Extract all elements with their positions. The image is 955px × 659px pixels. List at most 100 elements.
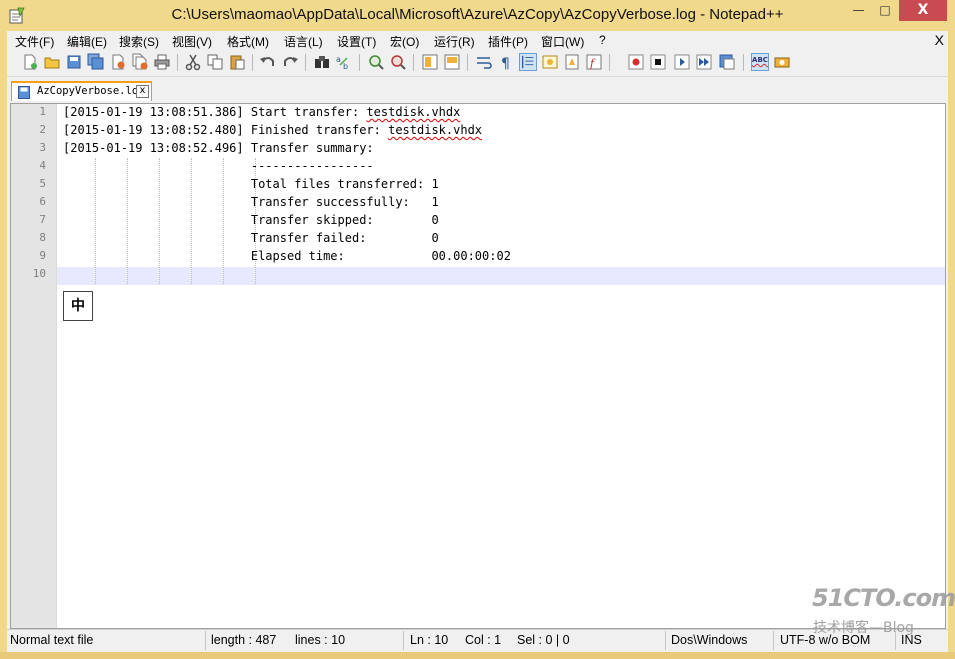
line-number: 4	[39, 159, 46, 172]
replace-icon[interactable]: ab	[335, 53, 353, 71]
menu-settings[interactable]: 设置(T)	[337, 33, 376, 50]
undo-icon[interactable]	[259, 53, 277, 71]
menu-language[interactable]: 语言(L)	[284, 33, 323, 50]
menu-search[interactable]: 搜索(S)	[119, 33, 159, 50]
code-line: [2015-01-19 13:08:52.480] Finished trans…	[63, 123, 483, 137]
line-number: 1	[39, 105, 46, 118]
code-line: Transfer failed: 0	[63, 231, 439, 245]
line-number: 10	[32, 267, 46, 280]
zoom-out-icon[interactable]	[389, 53, 407, 71]
status-file-type: Normal text file	[10, 633, 94, 647]
status-separator	[403, 631, 404, 650]
line-number: 9	[39, 249, 46, 262]
toolbar-separator	[609, 54, 610, 71]
save-all-icon[interactable]	[87, 53, 105, 71]
word-wrap-icon[interactable]	[475, 53, 493, 71]
svg-text:b: b	[343, 62, 348, 71]
menu-plugins[interactable]: 插件(P)	[488, 33, 528, 50]
tab-label: AzCopyVerbose.log	[37, 85, 140, 97]
save-icon[interactable]	[65, 53, 83, 71]
svg-text:¶: ¶	[501, 56, 510, 71]
stop-recording-icon[interactable]	[649, 53, 667, 71]
menu-help[interactable]: ?	[599, 33, 606, 47]
line-number-gutter: 1 2 3 4 5 6 7 8 9 10	[11, 104, 57, 628]
user-language-icon[interactable]	[541, 53, 559, 71]
code-line: [2015-01-19 13:08:52.496] Transfer summa…	[63, 141, 374, 155]
minimize-button[interactable]: —	[845, 0, 872, 21]
print-icon[interactable]	[153, 53, 171, 71]
document-icon	[18, 86, 30, 99]
save-macro-icon[interactable]	[718, 53, 736, 71]
indent-guide-icon[interactable]	[519, 53, 537, 71]
misspelled-word: testdisk.vhdx	[366, 105, 461, 119]
toolbar-separator	[305, 54, 306, 71]
menu-format[interactable]: 格式(M)	[227, 33, 269, 50]
code-line: Transfer skipped: 0	[63, 213, 439, 227]
editor[interactable]: 1 2 3 4 5 6 7 8 9 10 [2015-01-19 13:08:5…	[10, 103, 946, 629]
taskbar-edge	[0, 652, 955, 659]
tab-bar: AzCopyVerbose.log x	[7, 77, 948, 102]
line-number: 5	[39, 177, 46, 190]
status-eol-format: Dos\Windows	[671, 633, 748, 647]
application-window: 文件(F) 编辑(E) 搜索(S) 视图(V) 格式(M) 语言(L) 设置(T…	[7, 31, 948, 652]
close-all-icon[interactable]	[131, 53, 149, 71]
new-file-icon[interactable]	[21, 53, 39, 71]
line-number: 7	[39, 213, 46, 226]
find-icon[interactable]	[313, 53, 331, 71]
menu-run[interactable]: 运行(R)	[434, 33, 475, 50]
paste-icon[interactable]	[228, 53, 246, 71]
document-map-icon[interactable]	[563, 53, 581, 71]
window-title: C:\Users\maomao\AppData\Local\Microsoft\…	[171, 6, 784, 23]
watermark-logo: 51CTO.com	[812, 584, 955, 612]
sync-vertical-icon[interactable]	[421, 53, 439, 71]
close-window-button[interactable]: X	[899, 0, 947, 21]
menu-file[interactable]: 文件(F)	[15, 33, 54, 50]
playback-macro-icon[interactable]	[673, 53, 691, 71]
status-lines: lines : 10	[295, 633, 346, 647]
status-line-number: Ln : 10	[410, 633, 449, 647]
menu-edit[interactable]: 编辑(E)	[67, 33, 107, 50]
redo-icon[interactable]	[281, 53, 299, 71]
menu-window[interactable]: 窗口(W)	[541, 33, 584, 50]
menu-view[interactable]: 视图(V)	[172, 33, 212, 50]
line-number: 6	[39, 195, 46, 208]
status-separator	[205, 631, 206, 650]
record-macro-icon[interactable]	[627, 53, 645, 71]
menu-macro[interactable]: 宏(O)	[390, 33, 419, 50]
status-length: length : 487	[211, 633, 277, 647]
show-all-characters-icon[interactable]: ¶	[497, 53, 515, 71]
status-selection: Sel : 0 | 0	[517, 633, 570, 647]
toolbar: ab ¶ f ABC	[7, 49, 948, 77]
run-macro-multiple-icon[interactable]	[695, 53, 713, 71]
status-separator	[665, 631, 666, 650]
misspelled-word: testdisk.vhdx	[388, 123, 483, 137]
svg-text:a: a	[336, 55, 341, 64]
open-file-icon[interactable]	[43, 53, 61, 71]
close-icon[interactable]	[109, 53, 127, 71]
menu-bar: 文件(F) 编辑(E) 搜索(S) 视图(V) 格式(M) 语言(L) 设置(T…	[7, 31, 948, 49]
code-line: -----------------	[63, 159, 374, 173]
cut-icon[interactable]	[184, 53, 202, 71]
sync-horizontal-icon[interactable]	[443, 53, 461, 71]
toolbar-separator	[467, 54, 468, 71]
code-line: Total files transferred: 1	[63, 177, 439, 191]
zoom-in-icon[interactable]	[367, 53, 385, 71]
spell-check-icon[interactable]: ABC	[751, 53, 769, 71]
toolbar-separator	[743, 54, 744, 71]
watermark-caption: 技术博客—Blog	[813, 620, 914, 636]
toolbar-separator	[359, 54, 360, 71]
title-bar[interactable]: C:\Users\maomao\AppData\Local\Microsoft\…	[0, 0, 955, 31]
tab-azcopyverbose-log[interactable]: AzCopyVerbose.log x	[11, 81, 152, 101]
ime-indicator[interactable]: 中	[63, 291, 93, 321]
maximize-button[interactable]: □	[872, 0, 898, 21]
close-document-button[interactable]: X	[935, 32, 944, 48]
copy-icon[interactable]	[206, 53, 224, 71]
function-list-icon[interactable]: f	[585, 53, 603, 71]
tab-close-button[interactable]: x	[136, 85, 149, 98]
line-number: 2	[39, 123, 46, 136]
toolbar-separator	[177, 54, 178, 71]
text-area[interactable]: [2015-01-19 13:08:51.386] Start transfer…	[57, 104, 945, 628]
extra-icon[interactable]	[773, 53, 791, 71]
status-separator	[773, 631, 774, 650]
code-line: [2015-01-19 13:08:51.386] Start transfer…	[63, 105, 461, 119]
